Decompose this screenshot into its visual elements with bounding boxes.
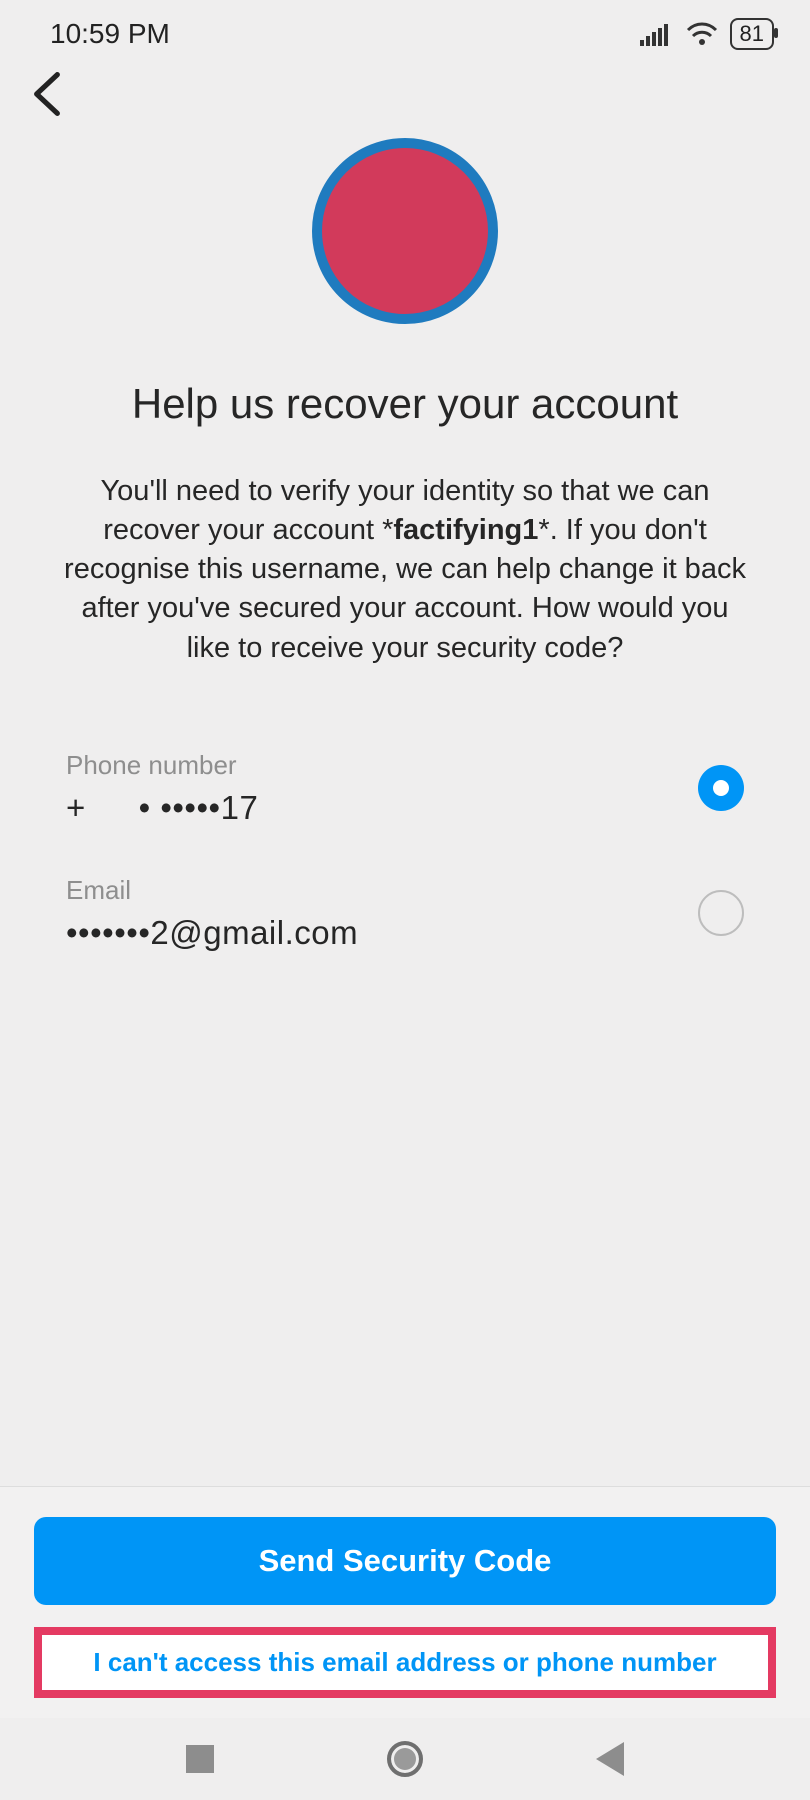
page-description: You'll need to verify your identity so t… xyxy=(60,472,750,668)
footer: Send Security Code I can't access this e… xyxy=(0,1486,810,1800)
avatar-container xyxy=(60,138,750,324)
nav-home-icon[interactable] xyxy=(387,1741,423,1777)
cant-access-highlight: I can't access this email address or pho… xyxy=(34,1627,776,1698)
option-phone[interactable]: Phone number + • •••••17 xyxy=(66,736,744,861)
nav-recent-icon[interactable] xyxy=(186,1745,214,1773)
footer-actions: Send Security Code I can't access this e… xyxy=(0,1486,810,1718)
cant-access-link[interactable]: I can't access this email address or pho… xyxy=(93,1647,716,1678)
send-security-code-button[interactable]: Send Security Code xyxy=(34,1517,776,1605)
main-content: Help us recover your account You'll need… xyxy=(0,138,810,668)
status-bar: 10:59 PM 81 xyxy=(0,0,810,60)
profile-avatar xyxy=(312,138,498,324)
nav-back-icon[interactable] xyxy=(596,1742,624,1776)
option-phone-label: Phone number xyxy=(66,750,258,781)
radio-phone[interactable] xyxy=(698,765,744,811)
desc-username: factifying1 xyxy=(393,514,538,546)
system-navbar xyxy=(0,1718,810,1800)
back-button[interactable] xyxy=(20,66,80,132)
page-title: Help us recover your account xyxy=(60,380,750,428)
wifi-icon xyxy=(686,22,718,46)
option-email-label: Email xyxy=(66,875,358,906)
radio-email[interactable] xyxy=(698,890,744,936)
cellular-signal-icon xyxy=(640,22,674,46)
status-right: 81 xyxy=(640,18,774,50)
header xyxy=(0,60,810,132)
option-email-value: •••••••2@gmail.com xyxy=(66,914,358,952)
option-email-text: Email •••••••2@gmail.com xyxy=(66,875,358,952)
option-phone-value: + • •••••17 xyxy=(66,789,258,827)
recovery-options: Phone number + • •••••17 Email •••••••2@… xyxy=(0,736,810,986)
option-email[interactable]: Email •••••••2@gmail.com xyxy=(66,861,744,986)
option-phone-text: Phone number + • •••••17 xyxy=(66,750,258,827)
battery-indicator: 81 xyxy=(730,18,774,50)
status-time: 10:59 PM xyxy=(50,18,170,50)
